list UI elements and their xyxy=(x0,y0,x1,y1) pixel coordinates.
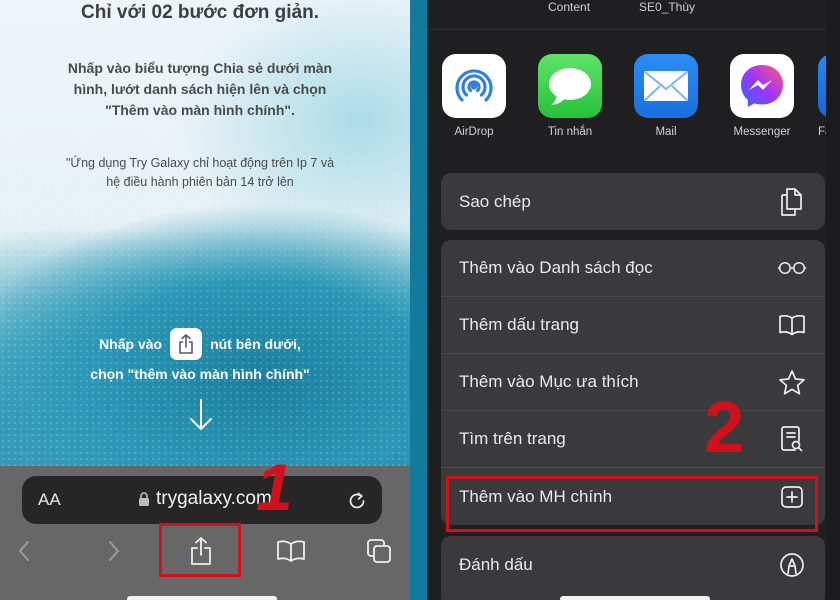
reload-icon[interactable] xyxy=(346,490,368,512)
action-copy[interactable]: Sao chép xyxy=(441,173,825,230)
tap-suffix: nút bên dưới, xyxy=(210,336,301,352)
url-display[interactable]: trygalaxy.com xyxy=(138,488,272,510)
app-mail[interactable]: Mail xyxy=(626,54,706,138)
book-icon xyxy=(777,310,807,340)
contact-label[interactable]: Content xyxy=(548,0,590,14)
safari-page: Chỉ với 02 bước đơn giản. Nhấp vào biểu … xyxy=(0,0,410,600)
tabs-button[interactable] xyxy=(364,536,394,566)
note-line: hệ điều hành phiên bản 14 trở lên xyxy=(106,175,294,189)
instruction-line: Nhấp vào biểu tượng Chia sẻ dưới màn xyxy=(67,60,333,76)
bookmarks-button[interactable] xyxy=(274,536,308,566)
book-icon xyxy=(277,540,305,562)
compatibility-note: "Ứng dụng Try Galaxy chỉ hoạt động trên … xyxy=(30,154,370,192)
contact-label[interactable]: SE0_Thùy xyxy=(639,0,695,14)
action-add-reading-list[interactable]: Thêm vào Danh sách đọc xyxy=(441,240,825,297)
glasses-icon xyxy=(777,253,807,283)
step-2-label: 2 xyxy=(704,388,745,468)
mail-icon xyxy=(634,54,698,118)
home-indicator xyxy=(127,596,277,600)
star-icon xyxy=(777,367,807,397)
back-button[interactable] xyxy=(12,536,36,566)
step-1-label: 1 xyxy=(256,450,293,524)
panel-divider xyxy=(410,0,427,600)
home-indicator xyxy=(560,596,710,600)
forward-button[interactable] xyxy=(102,536,126,566)
action-label: Thêm dấu trang xyxy=(459,315,580,334)
action-add-bookmark[interactable]: Thêm dấu trang xyxy=(441,297,825,354)
note-line: "Ứng dụng Try Galaxy chỉ hoạt động trên … xyxy=(65,156,335,170)
action-markup[interactable]: Đánh dấu xyxy=(441,536,825,593)
action-find-on-page[interactable]: Tìm trên trang xyxy=(441,411,825,468)
arrow-down-icon xyxy=(190,399,212,430)
action-group-markup: Đánh dấu xyxy=(441,536,825,600)
lock-icon xyxy=(139,491,149,506)
highlight-share-button xyxy=(159,523,241,577)
tap-instruction-line2: chọn "thêm vào màn hình chính" xyxy=(90,366,310,382)
action-label: Sao chép xyxy=(459,191,531,211)
markup-icon xyxy=(777,550,807,580)
page-title: Chỉ với 02 bước đơn giản. xyxy=(81,2,319,23)
tabs-icon xyxy=(367,539,391,563)
chevron-right-icon xyxy=(109,541,120,561)
app-messages[interactable]: Tin nhắn xyxy=(530,54,610,138)
action-group-copy: Sao chép xyxy=(441,173,825,230)
copy-icon xyxy=(777,187,807,217)
text-size-button[interactable]: AA xyxy=(38,490,61,510)
action-label: Đánh dấu xyxy=(459,554,533,574)
messages-icon xyxy=(538,54,602,118)
action-add-favorites[interactable]: Thêm vào Mục ưa thích xyxy=(441,354,825,411)
highlight-add-to-home xyxy=(446,476,818,532)
share-icon xyxy=(170,328,203,360)
airdrop-icon xyxy=(442,54,506,118)
action-label: Thêm vào Mục ưa thích xyxy=(459,372,639,391)
app-airdrop[interactable]: AirDrop xyxy=(434,54,514,138)
action-label: Thêm vào Danh sách đọc xyxy=(459,258,653,277)
instructions: Nhấp vào biểu tượng Chia sẻ dưới màn hìn… xyxy=(30,58,370,121)
messenger-icon xyxy=(730,54,794,118)
app-label: Tin nhắn xyxy=(547,126,593,138)
action-label: Tìm trên trang xyxy=(459,429,566,448)
url-text: trygalaxy.com xyxy=(156,488,272,509)
tap-instruction: Nhấp vào nút bên dưới, xyxy=(0,328,400,360)
instruction-line: "Thêm vào màn hình chính". xyxy=(105,102,295,118)
chevron-left-icon xyxy=(18,541,29,561)
tap-prefix: Nhấp vào xyxy=(99,336,163,352)
apps-row: AirDrop Tin nhắn Mail Messenger Fa xyxy=(427,54,840,144)
find-in-page-icon xyxy=(777,424,807,454)
sheet-edge xyxy=(826,0,840,600)
app-messenger[interactable]: Messenger xyxy=(722,54,802,138)
app-label: Mail xyxy=(655,126,677,138)
contacts-row: Content SE0_Thùy xyxy=(427,0,840,30)
app-label: Messenger xyxy=(733,126,791,138)
instruction-line: hình, lướt danh sách hiện lên và chọn xyxy=(73,81,327,97)
app-label: AirDrop xyxy=(454,126,494,138)
